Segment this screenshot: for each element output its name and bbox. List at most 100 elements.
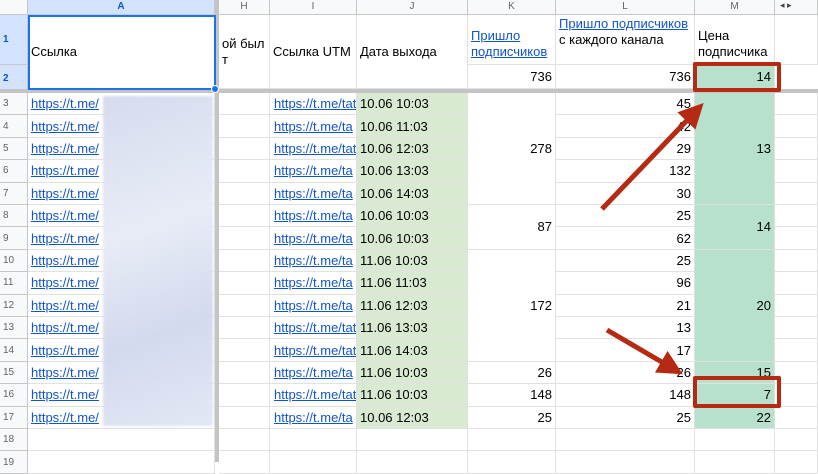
utm-link[interactable]: https://t.me/ta bbox=[270, 115, 357, 138]
subscriber-price[interactable]: 20 bbox=[695, 249, 775, 362]
empty-cell[interactable] bbox=[775, 384, 818, 407]
empty-cell[interactable] bbox=[556, 451, 695, 474]
empty-cell[interactable] bbox=[219, 249, 270, 273]
header-subscribers-total[interactable]: Пришло подписчиков bbox=[468, 15, 556, 65]
release-date[interactable]: 10.06 11:03 bbox=[357, 115, 468, 138]
row-header-16[interactable]: 16 bbox=[0, 384, 28, 407]
utm-link[interactable]: https://t.me/ta bbox=[270, 406, 357, 429]
utm-link[interactable]: https://t.me/tat bbox=[270, 339, 357, 362]
empty-cell[interactable] bbox=[219, 160, 270, 183]
utm-link[interactable]: https://t.me/tat bbox=[270, 317, 357, 340]
utm-link[interactable]: https://t.me/ta bbox=[270, 182, 357, 205]
column-header-m[interactable]: M bbox=[695, 0, 775, 15]
row-header-6[interactable]: 6 bbox=[0, 160, 28, 183]
empty-cell[interactable] bbox=[775, 115, 818, 138]
empty-cell[interactable] bbox=[468, 429, 556, 452]
empty-cell[interactable] bbox=[775, 406, 818, 429]
empty-cell[interactable] bbox=[775, 429, 818, 452]
subscribers-link[interactable]: Пришло подписчиков bbox=[471, 28, 552, 60]
release-date[interactable]: 10.06 13:03 bbox=[357, 160, 468, 183]
channel-subscribers[interactable]: 148 bbox=[556, 384, 695, 407]
subscribers-link[interactable]: Пришло подписчиков bbox=[559, 16, 688, 31]
merged-subscribers[interactable]: 26 bbox=[468, 361, 556, 385]
channel-subscribers[interactable]: 42 bbox=[556, 115, 695, 138]
row-header-3[interactable]: 3 bbox=[0, 93, 28, 116]
empty-cell[interactable] bbox=[775, 160, 818, 183]
selected-cell-a1[interactable] bbox=[28, 15, 216, 90]
empty-cell[interactable] bbox=[219, 429, 270, 452]
header-subscribers-per-channel[interactable]: Пришло подписчиков с каждого канала bbox=[556, 15, 695, 65]
utm-link[interactable]: https://t.me/tat bbox=[270, 93, 357, 116]
column-header-i[interactable]: I bbox=[270, 0, 357, 15]
subscriber-price[interactable]: 13 bbox=[695, 93, 775, 205]
empty-cell[interactable] bbox=[775, 317, 818, 340]
utm-link[interactable]: https://t.me/ta bbox=[270, 205, 357, 228]
empty-cell[interactable] bbox=[775, 361, 818, 385]
channel-subscribers[interactable]: 29 bbox=[556, 137, 695, 161]
empty-cell[interactable] bbox=[219, 339, 270, 362]
empty-cell[interactable] bbox=[468, 451, 556, 474]
empty-cell[interactable] bbox=[28, 451, 215, 474]
utm-link[interactable]: https://t.me/ta bbox=[270, 227, 357, 250]
empty-cell[interactable] bbox=[775, 339, 818, 362]
empty-cell[interactable] bbox=[775, 15, 818, 65]
merged-subscribers[interactable]: 148 bbox=[468, 384, 556, 407]
empty-cell[interactable] bbox=[219, 182, 270, 205]
empty-cell[interactable] bbox=[775, 451, 818, 474]
header-utm-link[interactable]: Ссылка UTM bbox=[270, 15, 357, 89]
column-header-h[interactable]: H bbox=[219, 0, 270, 15]
release-date[interactable]: 10.06 10:03 bbox=[357, 205, 468, 228]
empty-cell[interactable] bbox=[775, 205, 818, 228]
row-header-5[interactable]: 5 bbox=[0, 137, 28, 161]
release-date[interactable]: 10.06 10:03 bbox=[357, 93, 468, 116]
empty-cell[interactable] bbox=[357, 429, 468, 452]
empty-cell[interactable] bbox=[219, 294, 270, 317]
utm-link[interactable]: https://t.me/tat bbox=[270, 384, 357, 407]
row-header-13[interactable]: 13 bbox=[0, 317, 28, 340]
row-header-1[interactable]: 1 bbox=[0, 15, 28, 65]
corner[interactable] bbox=[0, 0, 28, 15]
channel-subscribers[interactable]: 45 bbox=[556, 93, 695, 116]
subscriber-price[interactable]: 14 bbox=[695, 205, 775, 250]
empty-cell[interactable] bbox=[775, 182, 818, 205]
channel-subscribers[interactable]: 30 bbox=[556, 182, 695, 205]
column-header-k[interactable]: K bbox=[468, 0, 556, 15]
utm-link[interactable]: https://t.me/ta bbox=[270, 294, 357, 317]
row-header-15[interactable]: 15 bbox=[0, 361, 28, 385]
channel-subscribers[interactable]: 96 bbox=[556, 272, 695, 295]
release-date[interactable]: 11.06 10:03 bbox=[357, 361, 468, 385]
empty-cell[interactable] bbox=[775, 93, 818, 116]
header-release-date[interactable]: Дата выхода bbox=[357, 15, 468, 89]
utm-link[interactable]: https://t.me/ta bbox=[270, 361, 357, 385]
release-date[interactable]: 11.06 11:03 bbox=[357, 272, 468, 295]
release-date[interactable]: 11.06 14:03 bbox=[357, 339, 468, 362]
release-date[interactable]: 10.06 10:03 bbox=[357, 227, 468, 250]
empty-cell[interactable] bbox=[28, 429, 215, 452]
empty-cell[interactable] bbox=[219, 115, 270, 138]
release-date[interactable]: 10.06 14:03 bbox=[357, 182, 468, 205]
row-header-4[interactable]: 4 bbox=[0, 115, 28, 138]
empty-cell[interactable] bbox=[270, 429, 357, 452]
total-subscribers-l[interactable]: 736 bbox=[556, 65, 695, 89]
column-header-j[interactable]: J bbox=[357, 0, 468, 15]
header-h[interactable]: ой был т bbox=[219, 15, 270, 89]
channel-subscribers[interactable]: 62 bbox=[556, 227, 695, 250]
subscriber-price[interactable]: 22 bbox=[695, 406, 775, 429]
row-header-11[interactable]: 11 bbox=[0, 272, 28, 295]
row-header-9[interactable]: 9 bbox=[0, 227, 28, 250]
empty-cell[interactable] bbox=[219, 227, 270, 250]
release-date[interactable]: 11.06 13:03 bbox=[357, 317, 468, 340]
empty-cell[interactable] bbox=[219, 137, 270, 161]
release-date[interactable]: 11.06 12:03 bbox=[357, 294, 468, 317]
column-header-l[interactable]: L bbox=[556, 0, 695, 15]
empty-cell[interactable] bbox=[219, 93, 270, 116]
empty-cell[interactable] bbox=[219, 384, 270, 407]
empty-cell[interactable] bbox=[219, 361, 270, 385]
merged-subscribers[interactable]: 87 bbox=[468, 205, 556, 250]
empty-cell[interactable] bbox=[775, 294, 818, 317]
row-header-10[interactable]: 10 bbox=[0, 249, 28, 273]
header-subscriber-price[interactable]: Цена подписчика bbox=[695, 15, 775, 65]
channel-subscribers[interactable]: 25 bbox=[556, 406, 695, 429]
utm-link[interactable]: https://t.me/tat bbox=[270, 137, 357, 161]
empty-cell[interactable] bbox=[695, 429, 775, 452]
